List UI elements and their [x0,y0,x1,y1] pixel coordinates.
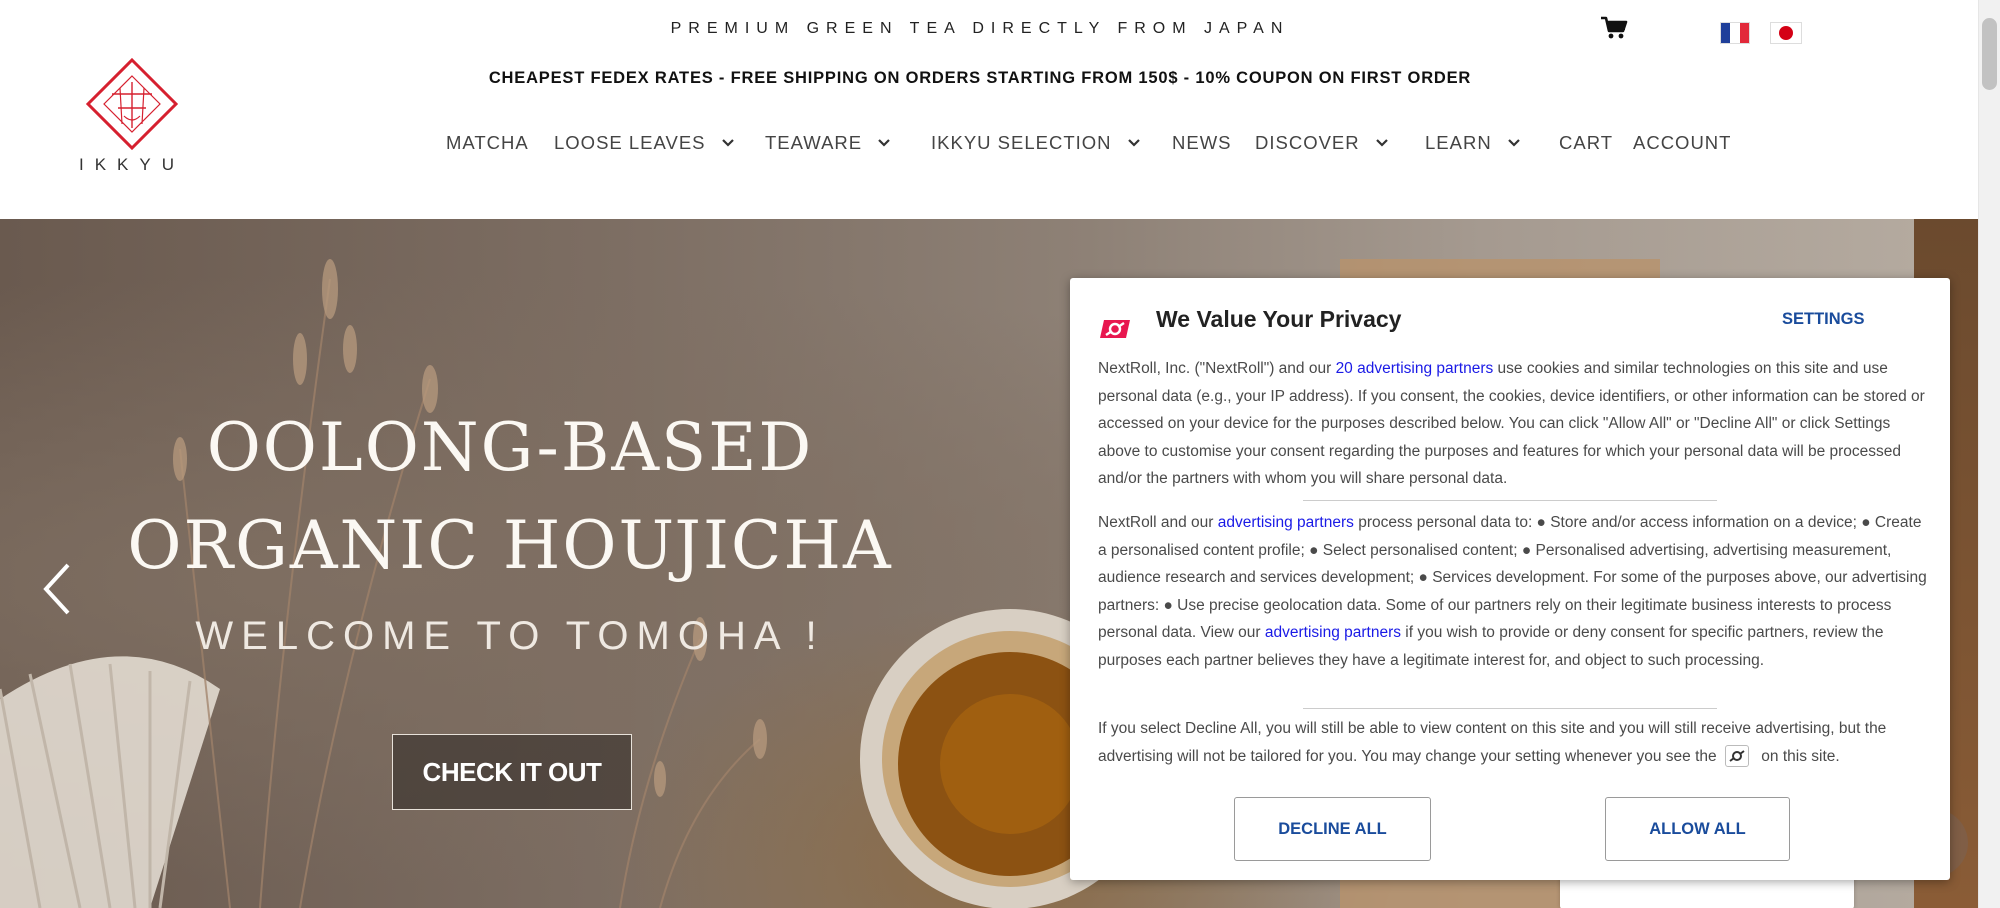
tagline: PREMIUM GREEN TEA DIRECTLY FROM JAPAN [670,20,1290,37]
cart-icon[interactable] [1600,16,1628,40]
flag-jp-icon[interactable] [1770,22,1802,44]
check-it-out-button[interactable]: CHECK IT OUT [392,734,632,810]
chevron-down-icon [1127,139,1140,147]
text-span: NextRoll, Inc. ("NextRoll") and our [1098,360,1336,377]
nav-item-label: CART [1559,132,1614,153]
nav-item-label: NEWS [1172,132,1232,153]
nextroll-settings-icon[interactable] [1724,745,1749,768]
shipping-banner: CHEAPEST FEDEX RATES - FREE SHIPPING ON … [488,69,1472,87]
privacy-paragraph-3: If you select Decline All, you will stil… [1098,715,1928,770]
nav-item-label: ACCOUNT [1633,132,1732,153]
allow-all-button[interactable]: ALLOW ALL [1605,797,1790,861]
hero-title-line1: OOLONG-BASED [206,409,814,486]
nav-item-label: IKKYU SELECTION [931,132,1112,153]
privacy-paragraph-2: NextRoll and our advertising partners pr… [1098,509,1928,674]
scrollbar-thumb[interactable] [1982,18,1997,90]
chevron-down-icon [1507,139,1520,147]
flag-fr-icon[interactable] [1720,22,1750,44]
logo-text: IKKYU [78,155,186,174]
text-span: NextRoll and our [1098,514,1218,531]
nav-item-label: MATCHA [446,132,529,153]
hero-title: OOLONG-BASED ORGANIC HOUJICHA [60,399,960,595]
privacy-title: We Value Your Privacy [1156,306,1402,332]
settings-button[interactable]: SETTINGS [1782,310,1865,329]
hero-title-line2: ORGANIC HOUJICHA [127,507,893,584]
hero-subtitle: WELCOME TO TOMOHA ! [195,614,825,658]
nav-item-label: LEARN [1425,132,1492,153]
advertising-partners-link[interactable]: 20 advertising partners [1336,360,1494,377]
nav-item-label: TEAWARE [765,132,863,153]
nav-item-label: LOOSE LEAVES [554,132,706,153]
advertising-partners-link[interactable]: advertising partners [1265,624,1401,641]
advertising-partners-link[interactable]: advertising partners [1218,514,1354,531]
nextroll-logo-icon [1100,320,1130,338]
text-span: process personal data to: ● Store and/or… [1098,514,1927,641]
nav-item-news[interactable]: NEWS [1172,132,1232,154]
nav-item-account[interactable]: ACCOUNT [1633,132,1731,154]
privacy-paragraph-1: NextRoll, Inc. ("NextRoll") and our 20 a… [1098,355,1928,493]
nav-item-teaware[interactable]: TEAWARE [765,132,892,154]
chevron-down-icon [721,139,734,147]
text-span: on this site. [1756,747,1840,765]
nav-item-learn[interactable]: LEARN [1425,132,1522,154]
nav-item-discover[interactable]: DISCOVER [1255,132,1390,154]
nav-item-ikkyu-selection[interactable]: IKKYU SELECTION [931,132,1142,154]
chevron-down-icon [878,139,890,147]
nav-item-label: DISCOVER [1255,132,1360,153]
divider [1303,708,1717,709]
decline-all-button[interactable]: DECLINE ALL [1234,797,1431,861]
nav-item-matcha[interactable]: MATCHA [446,132,529,154]
nav-item-loose-leaves[interactable]: LOOSE LEAVES [554,132,736,154]
site-header: PREMIUM GREEN TEA DIRECTLY FROM JAPAN CH… [0,0,1978,219]
page-scrollbar[interactable] [1978,0,2000,908]
privacy-consent-dialog: We Value Your Privacy SETTINGS NextRoll,… [1070,278,1950,880]
divider [1303,500,1717,501]
text-span: use cookies and similar technologies on … [1098,360,1925,487]
nav-item-cart[interactable]: CART [1559,132,1613,154]
chevron-down-icon [1375,139,1388,147]
